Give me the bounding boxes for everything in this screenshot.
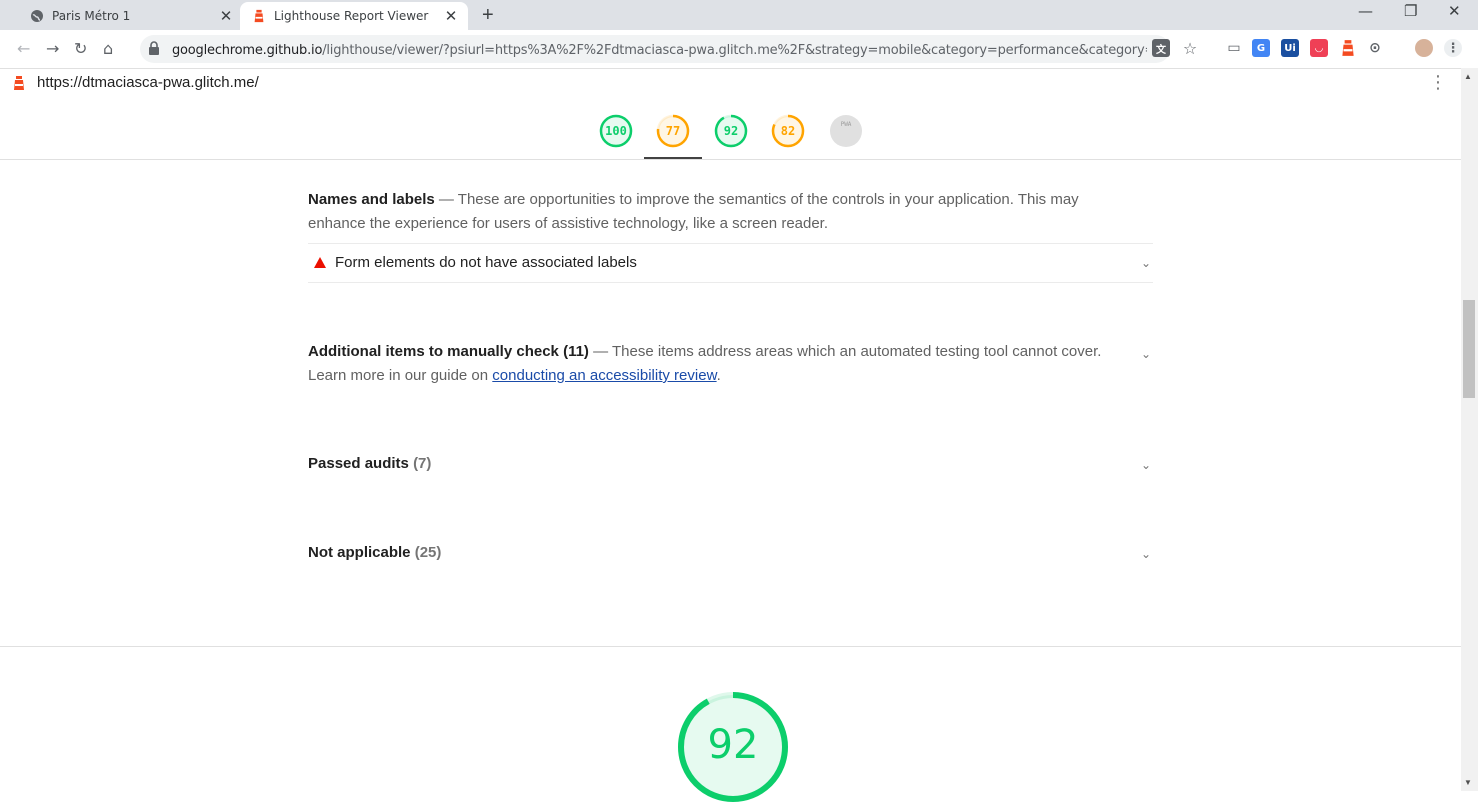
tab-lighthouse-viewer[interactable]: Lighthouse Report Viewer ✕ xyxy=(240,2,468,30)
pocket-icon[interactable]: ◡ xyxy=(1310,39,1328,57)
globe-icon xyxy=(31,10,43,22)
accessibility-review-link[interactable]: conducting an accessibility review xyxy=(492,367,716,384)
big-score-value: 92 xyxy=(707,722,759,768)
not-applicable-group[interactable]: Not applicable (25) xyxy=(308,544,441,561)
avatar[interactable] xyxy=(1415,39,1433,57)
minimize-icon[interactable]: — xyxy=(1358,2,1373,20)
divider xyxy=(0,646,1461,647)
url-text[interactable]: googlechrome.github.io/lighthouse/viewer… xyxy=(172,43,1147,58)
scroll-down-icon[interactable]: ▼ xyxy=(1464,778,1472,787)
tab-paris-metro[interactable]: Paris Métro 1 ✕ xyxy=(18,2,243,30)
scrollbar-thumb[interactable] xyxy=(1463,300,1475,398)
manual-check-group[interactable]: Additional items to manually check (11) … xyxy=(308,340,1138,388)
reload-icon[interactable]: ↻ xyxy=(74,39,87,58)
chevron-down-icon[interactable]: ⌄ xyxy=(1141,547,1151,561)
new-tab-button[interactable]: + xyxy=(482,4,494,27)
divider xyxy=(0,159,1461,160)
chevron-down-icon[interactable]: ⌄ xyxy=(1141,458,1151,472)
gauge-label: 82 xyxy=(780,124,796,138)
lighthouse-logo-icon xyxy=(14,76,24,90)
scroll-up-icon[interactable]: ▲ xyxy=(1464,72,1472,81)
group-count: (11) xyxy=(563,343,589,360)
passed-audits-group[interactable]: Passed audits (7) xyxy=(308,455,431,472)
cast-icon[interactable]: ▭ xyxy=(1225,39,1243,57)
category-gauge[interactable]: 82 xyxy=(771,114,805,148)
translate-icon[interactable]: 文 xyxy=(1152,39,1170,57)
star-icon[interactable]: ☆ xyxy=(1181,39,1199,58)
category-gauge[interactable]: 92 xyxy=(714,114,748,148)
chevron-down-icon[interactable]: ⌄ xyxy=(1141,256,1151,270)
names-labels-group: Names and labels — These are opportuniti… xyxy=(308,188,1138,236)
lighthouse-icon xyxy=(254,9,264,23)
extension-icon[interactable]: G xyxy=(1252,39,1270,57)
report-menu-icon[interactable]: ⋮ xyxy=(1429,72,1447,93)
lighthouse-icon[interactable] xyxy=(1339,39,1357,57)
ui-icon[interactable]: Ui xyxy=(1281,39,1299,57)
code-icon[interactable]: ⊙ xyxy=(1366,39,1384,57)
fail-triangle-icon xyxy=(314,257,326,268)
gauge-label: 100 xyxy=(605,124,627,138)
close-tab-icon[interactable]: ✕ xyxy=(442,7,460,25)
group-title: Names and labels xyxy=(308,191,435,208)
tab-strip: Paris Métro 1 ✕ Lighthouse Report Viewer… xyxy=(0,0,1478,30)
category-gauge[interactable]: PWA xyxy=(829,114,863,148)
group-title: Additional items to manually check xyxy=(308,343,559,360)
chrome-menu-icon[interactable]: ⋮ xyxy=(1444,39,1462,57)
gauge-label: PWA xyxy=(840,121,852,128)
gauge-label: 92 xyxy=(723,124,739,138)
scrollbar-track[interactable] xyxy=(1461,68,1478,791)
forward-icon[interactable]: → xyxy=(46,39,59,58)
report-url[interactable]: https://dtmaciasca-pwa.glitch.me/ xyxy=(37,74,259,91)
tab-title: Paris Métro 1 xyxy=(52,9,131,23)
chevron-down-icon[interactable]: ⌄ xyxy=(1141,347,1151,361)
group-count: (7) xyxy=(413,455,432,472)
group-count: (25) xyxy=(414,544,442,561)
tab-title: Lighthouse Report Viewer xyxy=(274,9,429,23)
category-gauge[interactable]: 100 xyxy=(599,114,633,148)
back-icon[interactable]: ← xyxy=(17,39,30,58)
close-window-icon[interactable]: ✕ xyxy=(1448,2,1461,20)
gauge-label: 77 xyxy=(665,124,681,138)
category-gauge[interactable]: 77 xyxy=(656,114,690,148)
audit-title: Form elements do not have associated lab… xyxy=(335,254,637,271)
restore-icon[interactable]: ❐ xyxy=(1404,2,1417,20)
close-tab-icon[interactable]: ✕ xyxy=(217,7,235,25)
audit-form-labels[interactable]: Form elements do not have associated lab… xyxy=(308,243,1153,283)
home-icon[interactable]: ⌂ xyxy=(103,39,113,58)
lock-icon xyxy=(149,41,159,55)
